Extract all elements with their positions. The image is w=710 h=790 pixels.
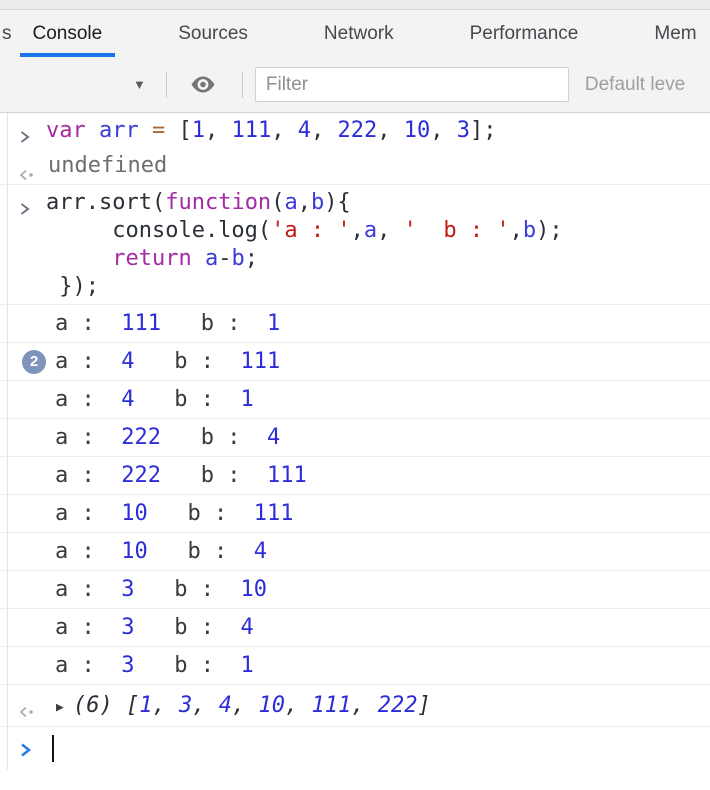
repeat-count-badge: 2: [22, 350, 46, 374]
console-log-row: a : 3 b : 10: [0, 571, 710, 609]
text-cursor: [52, 735, 54, 762]
console-log-row: a : 4 b : 1: [0, 381, 710, 419]
devtools-window: s Console Sources Network Performance Me…: [0, 0, 710, 790]
console-log-row: 2 a : 4 b : 111: [0, 343, 710, 381]
tab-elements-partial[interactable]: s: [2, 23, 12, 45]
console-text-line: a : 4 b : 1: [55, 387, 254, 412]
console-text-line: a : 222 b : 111: [55, 463, 307, 488]
console-log-row: a : 222 b : 4: [0, 419, 710, 457]
console-command: var arr = [1, 111, 4, 222, 10, 3];: [0, 113, 710, 148]
dropdown-arrow-icon[interactable]: ▼: [133, 77, 146, 92]
filter-input[interactable]: [254, 67, 569, 102]
console-log-row: a : 10 b : 4: [0, 533, 710, 571]
expand-arrow-icon[interactable]: ▶: [56, 694, 64, 722]
console-log-row: a : 111 b : 1: [0, 305, 710, 343]
console-text-line: a : 111 b : 1: [55, 311, 281, 336]
console-text-line: var arr = [1, 111, 4, 222, 10, 3];: [46, 118, 497, 143]
console-text-line: a : 3 b : 1: [55, 653, 254, 678]
tab-performance-label: Performance: [469, 22, 579, 44]
tab-console-label: Console: [32, 22, 103, 44]
console-text-line: a : 3 b : 4: [55, 615, 254, 640]
result-return-arrow-icon: [19, 698, 37, 726]
console-text-line: console.log('a : ',a, ' b : ',b);: [46, 218, 563, 243]
tab-memory-partial[interactable]: Mem: [641, 10, 709, 57]
tab-network-label: Network: [323, 22, 394, 44]
console-text-line: undefined: [48, 153, 168, 178]
tab-console[interactable]: Console: [19, 10, 116, 57]
active-tab-underline: [19, 53, 116, 57]
prompt-chevron-icon: [20, 742, 32, 763]
tab-network[interactable]: Network: [311, 10, 407, 57]
console-messages-pane: var arr = [1, 111, 4, 222, 10, 3]; undefi…: [0, 113, 710, 789]
console-text-line: (6) [1, 3, 4, 10, 111, 222]: [73, 693, 431, 718]
command-chevron-icon: [20, 196, 30, 224]
console-command: arr.sort(function(a,b){ console.log('a :…: [0, 185, 710, 305]
toolbar-separator: [241, 71, 243, 98]
console-text-line: });: [46, 274, 99, 299]
console-text-line: a : 4 b : 111: [55, 349, 281, 374]
console-result: undefined: [0, 148, 710, 185]
console-log-row: a : 222 b : 111: [0, 457, 710, 495]
toolbar-separator: [165, 71, 167, 98]
console-log-row: a : 10 b : 111: [0, 495, 710, 533]
console-text-line: arr.sort(function(a,b){: [46, 190, 351, 215]
console-text-line: a : 222 b : 4: [55, 425, 281, 450]
tab-memory-label: Mem: [654, 22, 697, 44]
console-text-line: a : 10 b : 111: [55, 501, 294, 526]
tab-performance[interactable]: Performance: [457, 10, 592, 57]
console-log-row: a : 3 b : 1: [0, 647, 710, 685]
devtools-tabbar: s Console Sources Network Performance Me…: [0, 10, 710, 57]
console-log-row: a : 3 b : 4: [0, 609, 710, 647]
log-level-dropdown[interactable]: Default leve: [585, 74, 685, 96]
console-text-line: a : 10 b : 4: [55, 539, 267, 564]
tab-sources[interactable]: Sources: [165, 10, 261, 57]
tab-sources-label: Sources: [178, 22, 248, 44]
console-log: var arr = [1, 111, 4, 222, 10, 3]; undefi…: [0, 113, 710, 727]
console-toolbar: ▼ Default leve: [0, 57, 710, 113]
live-expression-eye-icon[interactable]: [190, 75, 216, 94]
console-text-line: return a-b;: [112, 246, 258, 271]
console-result: ▶ (6) [1, 3, 4, 10, 111, 222]: [0, 685, 710, 727]
console-text-line: a : 3 b : 10: [55, 577, 267, 602]
window-resize-strip: [0, 0, 710, 10]
console-prompt[interactable]: [0, 727, 710, 771]
